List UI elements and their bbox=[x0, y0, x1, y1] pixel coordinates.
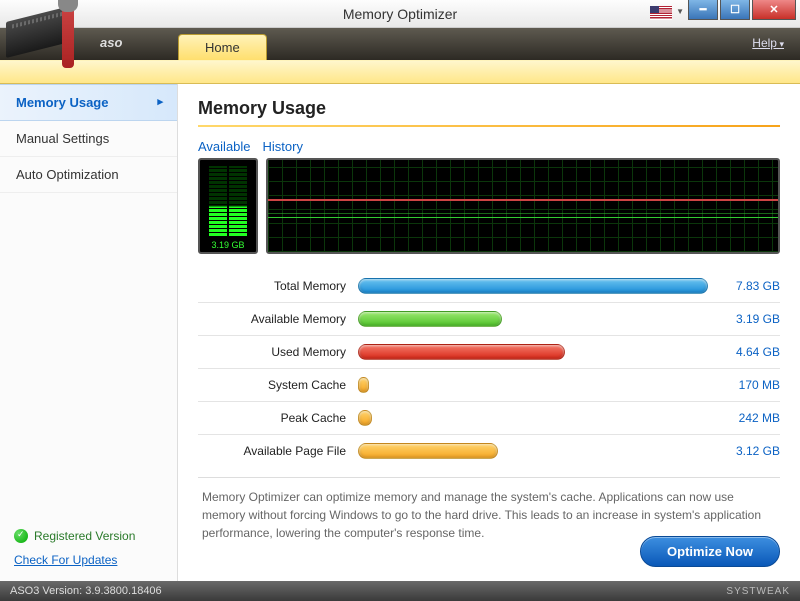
tab-home[interactable]: Home bbox=[178, 34, 267, 60]
stat-value: 170 MB bbox=[708, 378, 780, 392]
minimize-button[interactable]: ━ bbox=[688, 0, 718, 20]
main-area: Memory Usage Manual Settings Auto Optimi… bbox=[0, 84, 800, 581]
stat-row-pagefile: Available Page File 3.12 GB bbox=[198, 437, 780, 465]
chart-grid bbox=[268, 160, 778, 252]
version-text: ASO3 Version: 3.9.3800.18406 bbox=[10, 585, 162, 597]
registered-label: Registered Version bbox=[34, 529, 135, 543]
window-title: Memory Optimizer bbox=[343, 6, 457, 22]
statusbar: ASO3 Version: 3.9.3800.18406 SYSTWEAK bbox=[0, 581, 800, 601]
close-button[interactable]: ✕ bbox=[752, 0, 796, 20]
stat-row-used: Used Memory 4.64 GB bbox=[198, 338, 780, 366]
language-dropdown-icon[interactable]: ▼ bbox=[676, 7, 684, 16]
stat-label: Peak Cache bbox=[198, 411, 358, 425]
sidebar-item-label: Auto Optimization bbox=[16, 167, 119, 182]
history-chart bbox=[266, 158, 780, 254]
stat-value: 242 MB bbox=[708, 411, 780, 425]
stat-value: 7.83 GB bbox=[708, 279, 780, 293]
page-title: Memory Usage bbox=[198, 98, 780, 119]
stat-label: Available Memory bbox=[198, 312, 358, 326]
sidebar: Memory Usage Manual Settings Auto Optimi… bbox=[0, 84, 178, 581]
stat-bar bbox=[358, 443, 498, 459]
stat-row-peak: Peak Cache 242 MB bbox=[198, 404, 780, 432]
subtab-available[interactable]: Available bbox=[198, 139, 251, 154]
window-buttons: ━ ☐ ✕ bbox=[688, 0, 796, 20]
stat-label: Used Memory bbox=[198, 345, 358, 359]
gauge-bars-icon bbox=[209, 166, 247, 236]
optimize-now-button[interactable]: Optimize Now bbox=[640, 536, 780, 567]
chart-row: 3.19 GB bbox=[198, 158, 780, 254]
titlebar: Memory Optimizer ▼ ━ ☐ ✕ bbox=[0, 0, 800, 28]
gauge-value: 3.19 GB bbox=[209, 238, 246, 252]
sidebar-item-label: Memory Usage bbox=[16, 95, 108, 110]
chart-avail-line-2 bbox=[268, 213, 778, 214]
brand-text: aso bbox=[100, 35, 122, 50]
language-flag-icon[interactable] bbox=[650, 6, 672, 20]
stat-bar bbox=[358, 344, 565, 360]
stat-value: 4.64 GB bbox=[708, 345, 780, 359]
check-updates-link[interactable]: Check For Updates bbox=[0, 549, 177, 581]
stat-value: 3.12 GB bbox=[708, 444, 780, 458]
stat-value: 3.19 GB bbox=[708, 312, 780, 326]
available-gauge: 3.19 GB bbox=[198, 158, 258, 254]
stat-row-total: Total Memory 7.83 GB bbox=[198, 272, 780, 300]
stat-row-syscache: System Cache 170 MB bbox=[198, 371, 780, 399]
heading-divider bbox=[198, 125, 780, 127]
app-logo-icon bbox=[6, 6, 92, 78]
stat-label: System Cache bbox=[198, 378, 358, 392]
stat-bar bbox=[358, 278, 708, 294]
stat-bar bbox=[358, 410, 372, 426]
sidebar-item-label: Manual Settings bbox=[16, 131, 109, 146]
content: Memory Usage Available History 3.19 GB T… bbox=[178, 84, 800, 581]
stat-bar bbox=[358, 311, 502, 327]
brand-watermark: SYSTWEAK bbox=[726, 586, 790, 597]
stat-label: Total Memory bbox=[198, 279, 358, 293]
chart-avail-line bbox=[268, 217, 778, 218]
registered-status: Registered Version bbox=[0, 523, 177, 549]
chart-used-line bbox=[268, 199, 778, 201]
ribbon-subbar bbox=[0, 60, 800, 84]
sidebar-item-memory-usage[interactable]: Memory Usage bbox=[0, 84, 177, 121]
stat-row-available: Available Memory 3.19 GB bbox=[198, 305, 780, 333]
help-menu[interactable]: Help bbox=[752, 36, 784, 50]
ribbon: aso Home Help bbox=[0, 28, 800, 60]
maximize-button[interactable]: ☐ bbox=[720, 0, 750, 20]
stat-bar bbox=[358, 377, 369, 393]
subtabs: Available History bbox=[198, 139, 780, 154]
subtab-history[interactable]: History bbox=[263, 139, 303, 154]
check-icon bbox=[14, 529, 28, 543]
sidebar-item-auto-optimization[interactable]: Auto Optimization bbox=[0, 157, 177, 193]
sidebar-item-manual-settings[interactable]: Manual Settings bbox=[0, 121, 177, 157]
stat-label: Available Page File bbox=[198, 444, 358, 458]
